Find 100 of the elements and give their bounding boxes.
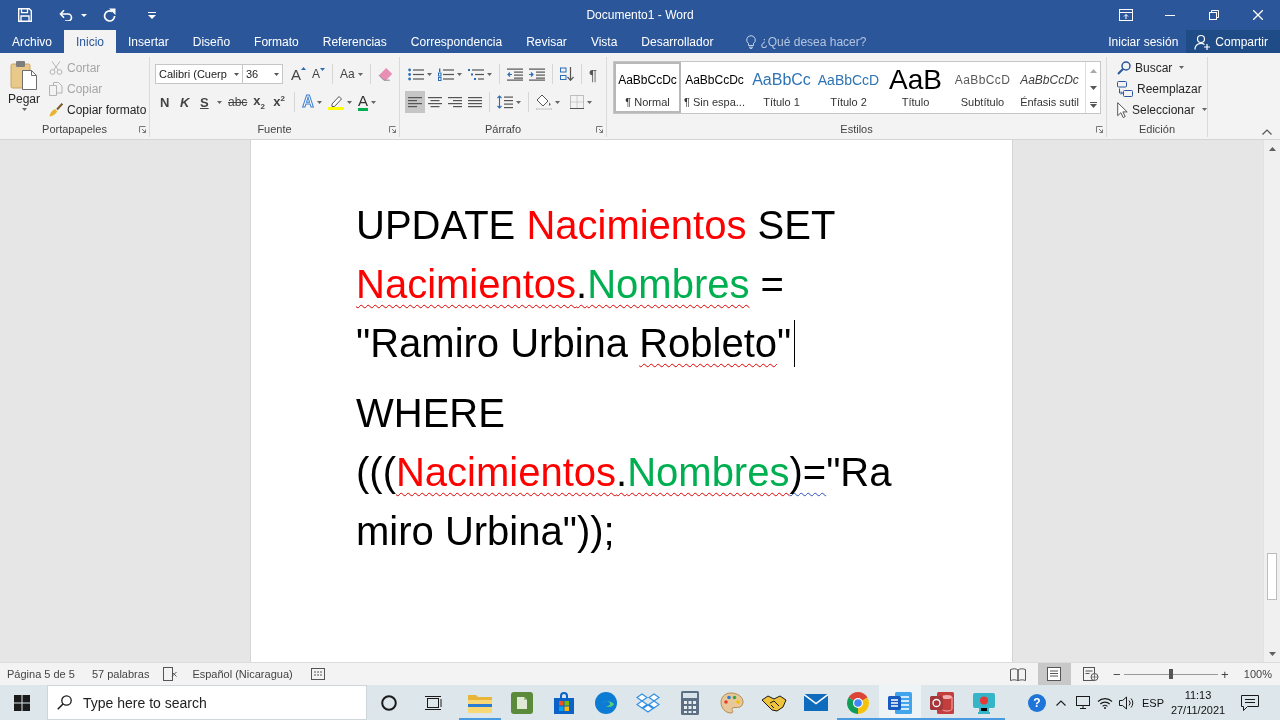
- subscript-button[interactable]: x$_{2}$: [250, 91, 271, 113]
- language-status[interactable]: Español (Nicaragua): [192, 668, 293, 680]
- show-marks-button[interactable]: ¶: [586, 63, 601, 85]
- wifi-icon: [1097, 696, 1113, 709]
- ribbon-tab[interactable]: Insertar: [116, 30, 181, 53]
- ribbon-tab[interactable]: Desarrollador: [629, 30, 726, 53]
- document-text-line: miro Urbina"));: [356, 508, 615, 555]
- segmented-circle-icon: [847, 691, 869, 714]
- dialog-launcher-button[interactable]: [139, 125, 146, 133]
- caret-icon: [516, 100, 521, 104]
- align-button[interactable]: [405, 91, 425, 113]
- down-caret-icon: [320, 68, 326, 71]
- globe-page-icon: [1082, 667, 1099, 681]
- find-button[interactable]: Buscar: [1115, 57, 1209, 78]
- palette-icon: [720, 691, 744, 714]
- collapse-ribbon-button[interactable]: [1262, 129, 1272, 135]
- dialog-launcher-button[interactable]: [389, 125, 396, 133]
- decrease-indent-icon: [507, 67, 523, 81]
- line-spacing-icon: [497, 95, 513, 109]
- dialog-launcher-button[interactable]: [596, 125, 603, 133]
- zoom-level[interactable]: 100%: [1243, 668, 1272, 680]
- monitor-icon: [1076, 696, 1090, 709]
- font-name-combobox[interactable]: Calibri (Cuerp: [155, 64, 243, 84]
- ribbon-tab[interactable]: Revisar: [514, 30, 579, 53]
- document-text-line: Nacimientos.Nombres =: [356, 261, 784, 308]
- customize-icon: [148, 11, 156, 19]
- underline-button[interactable]: S: [197, 91, 225, 113]
- shrink-font-button[interactable]: A: [309, 63, 329, 85]
- dialog-launcher-icon: [389, 125, 396, 133]
- down-triangle-icon: [1268, 651, 1276, 656]
- align-right-icon: [448, 96, 462, 108]
- close-icon: [1253, 10, 1263, 20]
- tell-me-field[interactable]: ¿Qué desea hacer?: [760, 30, 881, 53]
- copy-icon: [49, 81, 63, 96]
- style-option[interactable]: AaBbCcD Título 2: [815, 62, 882, 113]
- bold-button[interactable]: N: [157, 91, 177, 113]
- paint-bucket-icon: [536, 94, 552, 110]
- superscript-button[interactable]: x$^{2}$: [270, 91, 291, 113]
- share-button[interactable]: Compartir: [1186, 30, 1280, 53]
- sign-in-link[interactable]: Iniciar sesión: [1100, 30, 1187, 53]
- ribbon-tab[interactable]: Referencias: [310, 30, 399, 53]
- eraser-icon: [377, 67, 394, 81]
- ribbon-tab[interactable]: Inicio: [64, 30, 117, 53]
- up-triangle-icon: [1268, 146, 1276, 151]
- italic-button[interactable]: K: [177, 91, 197, 113]
- zoom-slider-thumb[interactable]: [1168, 669, 1173, 679]
- screen-record-icon: [972, 691, 996, 714]
- swirl-icon: [595, 691, 617, 714]
- group-label: Edición: [1138, 123, 1176, 135]
- paste-button[interactable]: Pegar: [4, 57, 44, 121]
- replace-button[interactable]: Reemplazar: [1115, 78, 1209, 99]
- page-count[interactable]: Página 5 de 5: [7, 668, 75, 680]
- style-option[interactable]: AaBbCcDc ¶ Normal: [614, 62, 681, 113]
- search-icon: [1117, 60, 1131, 75]
- select-button[interactable]: Seleccionar: [1115, 99, 1209, 120]
- search-field[interactable]: Type here to search: [47, 685, 367, 720]
- document-text-line: WHERE: [356, 390, 505, 437]
- ribbon-tab[interactable]: Archivo: [0, 30, 64, 53]
- highlighter-icon: [327, 94, 344, 110]
- scrollbar-thumb[interactable]: [1267, 553, 1277, 600]
- ribbon-tab[interactable]: Vista: [578, 30, 630, 53]
- cursor-icon: [1117, 101, 1128, 118]
- task-view-icon: [424, 694, 442, 711]
- dialog-launcher-icon: [139, 125, 146, 133]
- window-title: Documento1 - Word: [586, 8, 694, 22]
- zoom-out-button[interactable]: −: [1110, 663, 1123, 685]
- font-size-combobox[interactable]: 36: [243, 64, 283, 84]
- shopping-bag-icon: [553, 691, 575, 714]
- chevron-up-icon: [1056, 699, 1066, 706]
- replace-icon: [1117, 80, 1133, 97]
- windows-icon: [14, 694, 30, 711]
- word-count[interactable]: 57 palabras: [91, 668, 150, 680]
- grid-icon: [310, 668, 325, 680]
- caret-icon: [234, 72, 239, 76]
- ribbon-tab[interactable]: Formato: [242, 30, 311, 53]
- note-tile-icon: [511, 691, 533, 714]
- help-button[interactable]: ?: [1024, 685, 1050, 720]
- taskbar-app-button[interactable]: [879, 685, 921, 720]
- change-case-button[interactable]: Aa: [337, 63, 366, 85]
- vertical-scrollbar[interactable]: [1263, 140, 1280, 662]
- dialog-launcher-button[interactable]: [1096, 125, 1103, 133]
- clock-button[interactable]: 11:13 27/11/2021: [1168, 685, 1228, 720]
- style-option[interactable]: AaBbCc Título 1: [748, 62, 815, 113]
- ribbon-tab[interactable]: Correspondencia: [398, 30, 515, 53]
- style-option[interactable]: AaBbCcD Subtítulo: [949, 62, 1016, 113]
- minimize-icon: [1165, 14, 1175, 16]
- style-option[interactable]: AaBbCcDc ¶ Sin espa...: [681, 62, 748, 113]
- strikethrough-button[interactable]: abc: [225, 91, 251, 113]
- format-painter-button[interactable]: Copiar formato: [47, 99, 149, 120]
- input-language-button[interactable]: ESP: [1138, 685, 1168, 720]
- grow-font-button[interactable]: A: [288, 63, 309, 85]
- font-color-button[interactable]: A: [354, 91, 379, 113]
- caret-icon: [427, 72, 432, 76]
- style-option[interactable]: AaB Título: [882, 62, 949, 113]
- zoom-in-button[interactable]: +: [1218, 663, 1231, 685]
- print-layout-button[interactable]: [1037, 663, 1071, 685]
- ribbon-tab[interactable]: Diseño: [180, 30, 243, 53]
- person-add-icon: [1194, 33, 1211, 50]
- style-option[interactable]: AaBbCcDc Énfasis sutil: [1016, 62, 1083, 113]
- align-left-icon: [408, 96, 422, 108]
